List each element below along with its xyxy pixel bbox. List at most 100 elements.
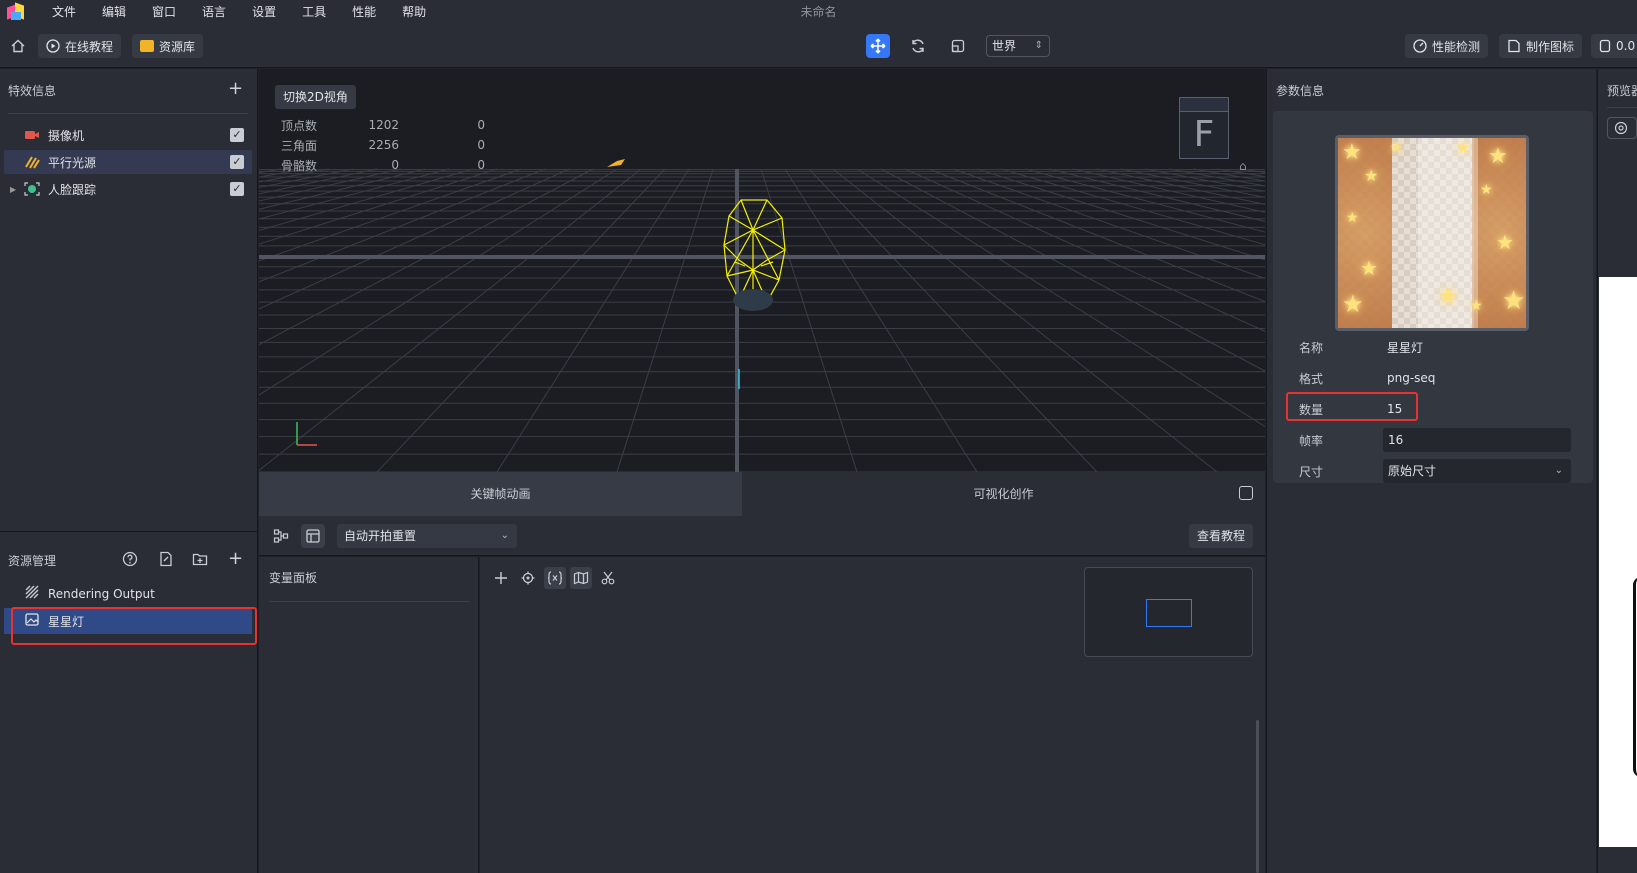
variable-function-icon[interactable] [544,567,566,589]
view-gizmo-cube[interactable]: F [1179,97,1229,159]
performance-check-label: 性能检测 [1432,39,1481,54]
add-folder-icon[interactable] [190,551,210,571]
layout-panel-icon[interactable] [301,524,325,548]
preview-canvas[interactable] [1599,277,1637,847]
tab-visual-creation[interactable]: 可视化创作 [742,472,1265,516]
graph-scrollbar[interactable] [1256,720,1259,873]
tree-item-label: 平行光源 [48,155,97,170]
menu-help[interactable]: 帮助 [389,0,439,24]
version-label: 0.0 [1616,39,1636,53]
graph-toolbar: 自动开拍重置 ⌄ 查看教程 [259,516,1265,556]
visibility-checkbox[interactable]: ✓ [230,182,244,196]
help-circle-icon[interactable] [120,551,140,571]
move-tool-icon[interactable] [866,34,890,58]
performance-check-button[interactable]: 性能检测 [1405,34,1489,58]
star-icon: ★ [1364,166,1379,185]
prop-label: 格式 [1299,371,1324,386]
graph-mode-select[interactable]: 自动开拍重置 ⌄ [337,524,517,548]
resource-item-star-light[interactable]: 星星灯 [4,608,252,634]
view-tutorial-button[interactable]: 查看教程 [1188,524,1253,548]
resource-item-label: Rendering Output [48,587,155,601]
editor-tabstrip: 关键帧动画 可视化创作 [259,472,1265,516]
tab-keyframe-animation[interactable]: 关键帧动画 [259,472,742,516]
add-resource-plus-icon[interactable]: + [228,550,243,568]
tree-item-face-tracking[interactable]: ▶ 人脸跟踪 ✓ [4,177,252,201]
popout-icon[interactable] [1239,486,1253,500]
make-icon-label: 制作图标 [1526,39,1575,54]
space-select-value: 世界 [992,39,1017,53]
prop-value: 15 [1387,402,1403,416]
variable-panel: 变量面板 [259,557,479,873]
resource-library-label: 资源库 [159,39,196,54]
chevron-down-icon: ⌄ [500,530,509,541]
scale-tool-icon[interactable] [946,34,970,58]
prop-label: 名称 [1299,340,1324,355]
visibility-checkbox[interactable]: ✓ [230,128,244,142]
divider [0,531,258,532]
3d-viewport[interactable]: 切换2D视角 顶点数 1202 0 三角面 2256 0 骨骼数 0 0 F ⌂ [259,69,1265,472]
rotate-tool-icon[interactable] [906,34,930,58]
render-output-icon [24,585,40,603]
node-tree-icon[interactable] [269,524,293,548]
star-icon: ★ [1360,256,1378,280]
gizmo-top-face[interactable] [1180,98,1228,112]
map-icon[interactable] [570,567,592,589]
resource-panel-title: 资源管理 [8,554,57,568]
reset-view-home-icon[interactable]: ⌂ [1239,159,1247,173]
prop-value: 星星灯 [1387,340,1424,355]
minimap-viewport[interactable] [1146,599,1192,627]
prop-label: 数量 [1299,402,1324,417]
fps-input[interactable]: 16 [1383,428,1571,452]
scene-stats: 顶点数 1202 0 三角面 2256 0 骨骼数 0 0 [281,115,485,175]
locate-target-icon[interactable] [517,567,539,589]
menu-language[interactable]: 语言 [189,0,239,24]
menu-tools[interactable]: 工具 [289,0,339,24]
add-effect-plus-icon[interactable]: + [228,80,243,98]
visual-script-canvas[interactable] [480,557,1265,873]
menu-settings[interactable]: 设置 [239,0,289,24]
divider [1607,107,1637,108]
play-circle-icon [46,39,60,53]
preview-panel: 预览器 [1597,69,1637,873]
menu-performance[interactable]: 性能 [339,0,389,24]
visibility-checkbox[interactable]: ✓ [230,155,244,169]
library-icon [140,40,154,52]
parameter-card: ★ ★ ★ ★ ★ ★ ★ ★ ★ ★ ★ ★ ★ 名称 星星灯 格式 png-… [1273,111,1593,483]
divider [269,601,469,602]
menu-file[interactable]: 文件 [39,0,89,24]
tree-item-directional-light[interactable]: 平行光源 ✓ [4,150,252,174]
parameter-panel: 参数信息 ★ ★ ★ ★ ★ ★ ★ ★ ★ ★ ★ ★ ★ 名称 星星灯 格式 [1266,69,1596,873]
switch-2d-view-button[interactable]: 切换2D视角 [275,85,356,109]
effects-panel-title: 特效信息 [8,84,57,98]
face-tracking-icon [24,182,40,196]
tree-item-camera[interactable]: 摄像机 ✓ [4,123,252,147]
size-select[interactable]: 原始尺寸 ⌄ [1383,459,1571,483]
version-button[interactable]: 0.0 [1591,34,1637,58]
tree-item-label: 人脸跟踪 [48,182,97,197]
star-icon: ★ [1342,290,1364,318]
stat-row: 骨骼数 0 0 [281,155,485,175]
stat-value: 0 [391,158,399,172]
graph-minimap[interactable] [1084,567,1253,657]
menu-edit[interactable]: 编辑 [89,0,139,24]
resource-library-button[interactable]: 资源库 [132,34,204,58]
menubar: 文件 编辑 窗口 语言 设置 工具 性能 帮助 未命名 [0,0,1637,24]
make-icon-button[interactable]: 制作图标 [1499,34,1583,58]
gizmo-front-face[interactable]: F [1180,112,1228,158]
image-sequence-icon [24,612,40,630]
stat-label: 三角面 [281,138,318,153]
online-tutorial-button[interactable]: 在线教程 [38,34,122,58]
home-icon[interactable] [6,34,30,58]
left-panel: 特效信息 + 摄像机 ✓ 平行光源 ✓ ▶ 人脸跟踪 ✓ 资源管理 + Rend… [0,69,258,873]
menu-window[interactable]: 窗口 [139,0,189,24]
updown-icon: ⇕ [1034,40,1043,51]
resource-item-rendering-output[interactable]: Rendering Output [4,581,252,607]
space-select[interactable]: 世界 ⇕ [986,35,1050,57]
app-logo-icon [7,2,25,21]
parameter-panel-title: 参数信息 [1276,84,1325,98]
add-node-icon[interactable] [490,567,512,589]
expand-caret-icon[interactable]: ▶ [10,185,16,194]
scissors-icon[interactable] [597,567,619,589]
import-file-icon[interactable] [156,551,176,571]
preview-toggle-button[interactable] [1607,117,1637,139]
